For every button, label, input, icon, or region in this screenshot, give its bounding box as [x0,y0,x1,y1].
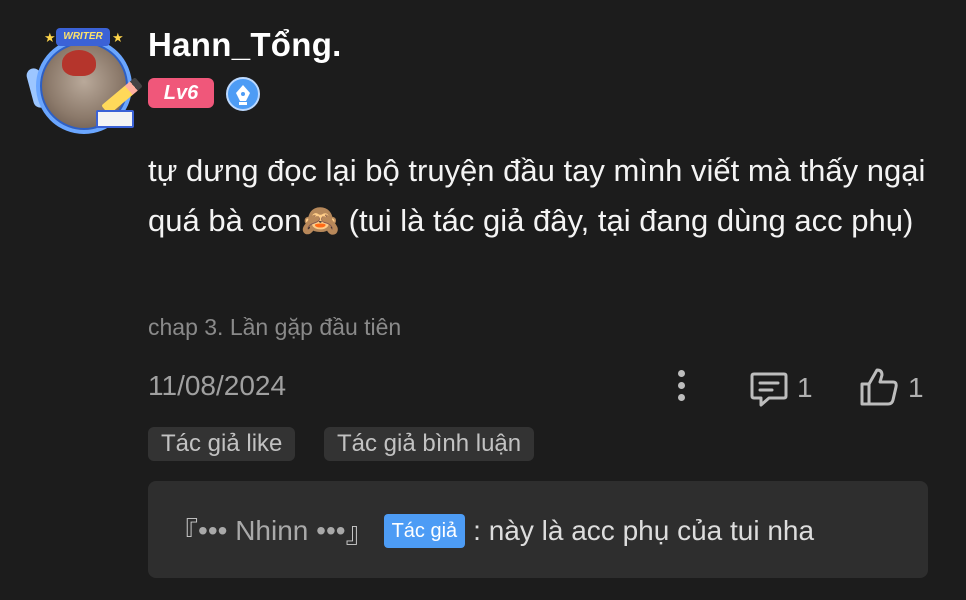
reply-text: : này là acc phụ của tui nha [473,515,815,546]
book-icon [96,110,134,128]
reply-author-name[interactable]: ••• Nhinn ••• [198,515,346,547]
star-icon: ★ [44,30,56,45]
comment-count: 1 [797,372,813,403]
avatar-rose [62,50,96,76]
comment-card: ★ ★ WRITER Hann_Tổng. Lv6 tự dưng đọc lạ… [0,0,966,600]
comment-date: 11/08/2024 [148,370,287,401]
avatar-writer-banner: WRITER [56,28,110,46]
like-count: 1 [908,372,924,403]
reply-open-bracket: 『 [170,517,199,548]
reply-line: 『 ••• Nhinn ••• 』 Tác giả : này là acc p… [170,511,814,551]
reply-close-bracket: 』 [345,517,374,548]
reply-preview[interactable]: 『 ••• Nhinn ••• 』 Tác giả : này là acc p… [148,481,928,578]
username[interactable]: Hann_Tổng. [148,26,342,64]
comment-text: tự dưng đọc lại bộ truyện đầu tay mình v… [148,153,926,238]
level-badge: Lv6 [148,78,214,108]
star-icon: ★ [112,30,124,45]
comment-icon[interactable] [749,370,789,408]
chapter-link[interactable]: chap 3. Lần gặp đầu tiên [148,314,401,341]
tag-author-comment: Tác giả bình luận [324,427,535,461]
pen-nib-icon [236,85,250,105]
thumbs-up-icon[interactable] [858,366,900,408]
author-chip: Tác giả [383,514,466,548]
user-avatar[interactable]: ★ ★ WRITER [25,28,143,134]
tag-author-like: Tác giả like [148,427,296,461]
writer-badge [226,77,260,111]
more-options-icon[interactable] [666,370,696,406]
